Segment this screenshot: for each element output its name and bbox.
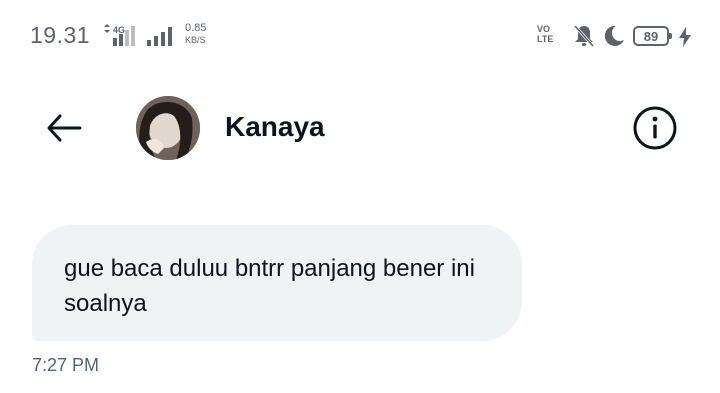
network-type-label: 4G: [113, 25, 125, 35]
contact-avatar[interactable]: [136, 96, 200, 160]
network-speed-unit: KB/S: [185, 35, 206, 45]
mobile-data-icon: 4G: [101, 24, 143, 48]
bell-off-icon: [573, 24, 595, 48]
message-text: gue baca duluu bntrr panjang bener ini s…: [64, 255, 475, 317]
status-bar: 19.31 4G 0.85 KB/S VO LTE 89: [0, 0, 720, 72]
volte-top-label: VO: [537, 24, 551, 34]
volte-bottom-label: LTE: [537, 34, 554, 44]
battery-tip: [669, 33, 672, 39]
conversation-info-button[interactable]: [630, 103, 680, 153]
received-message-bubble[interactable]: gue baca duluu bntrr panjang bener ini s…: [32, 225, 522, 341]
status-time: 19.31: [30, 22, 91, 48]
info-circle-icon: [633, 106, 677, 150]
volte-icon: VO LTE: [537, 24, 567, 48]
message-timestamp: 7:27 PM: [32, 355, 100, 375]
network-speed-value: 0.85: [185, 22, 207, 34]
arrow-left-icon: [47, 114, 82, 142]
moon-icon: [602, 24, 626, 48]
dm-conversation-screen: 19.31 4G 0.85 KB/S VO LTE 89 Kanaya gue …: [0, 0, 720, 393]
network-speed: 0.85 KB/S: [185, 23, 225, 49]
signal-bars-icon: [147, 26, 179, 46]
battery-icon: 89: [633, 24, 677, 48]
contact-name[interactable]: Kanaya: [225, 111, 325, 143]
battery-level: 89: [633, 26, 669, 46]
back-button[interactable]: [40, 104, 88, 152]
charging-bolt-icon: [679, 27, 691, 47]
